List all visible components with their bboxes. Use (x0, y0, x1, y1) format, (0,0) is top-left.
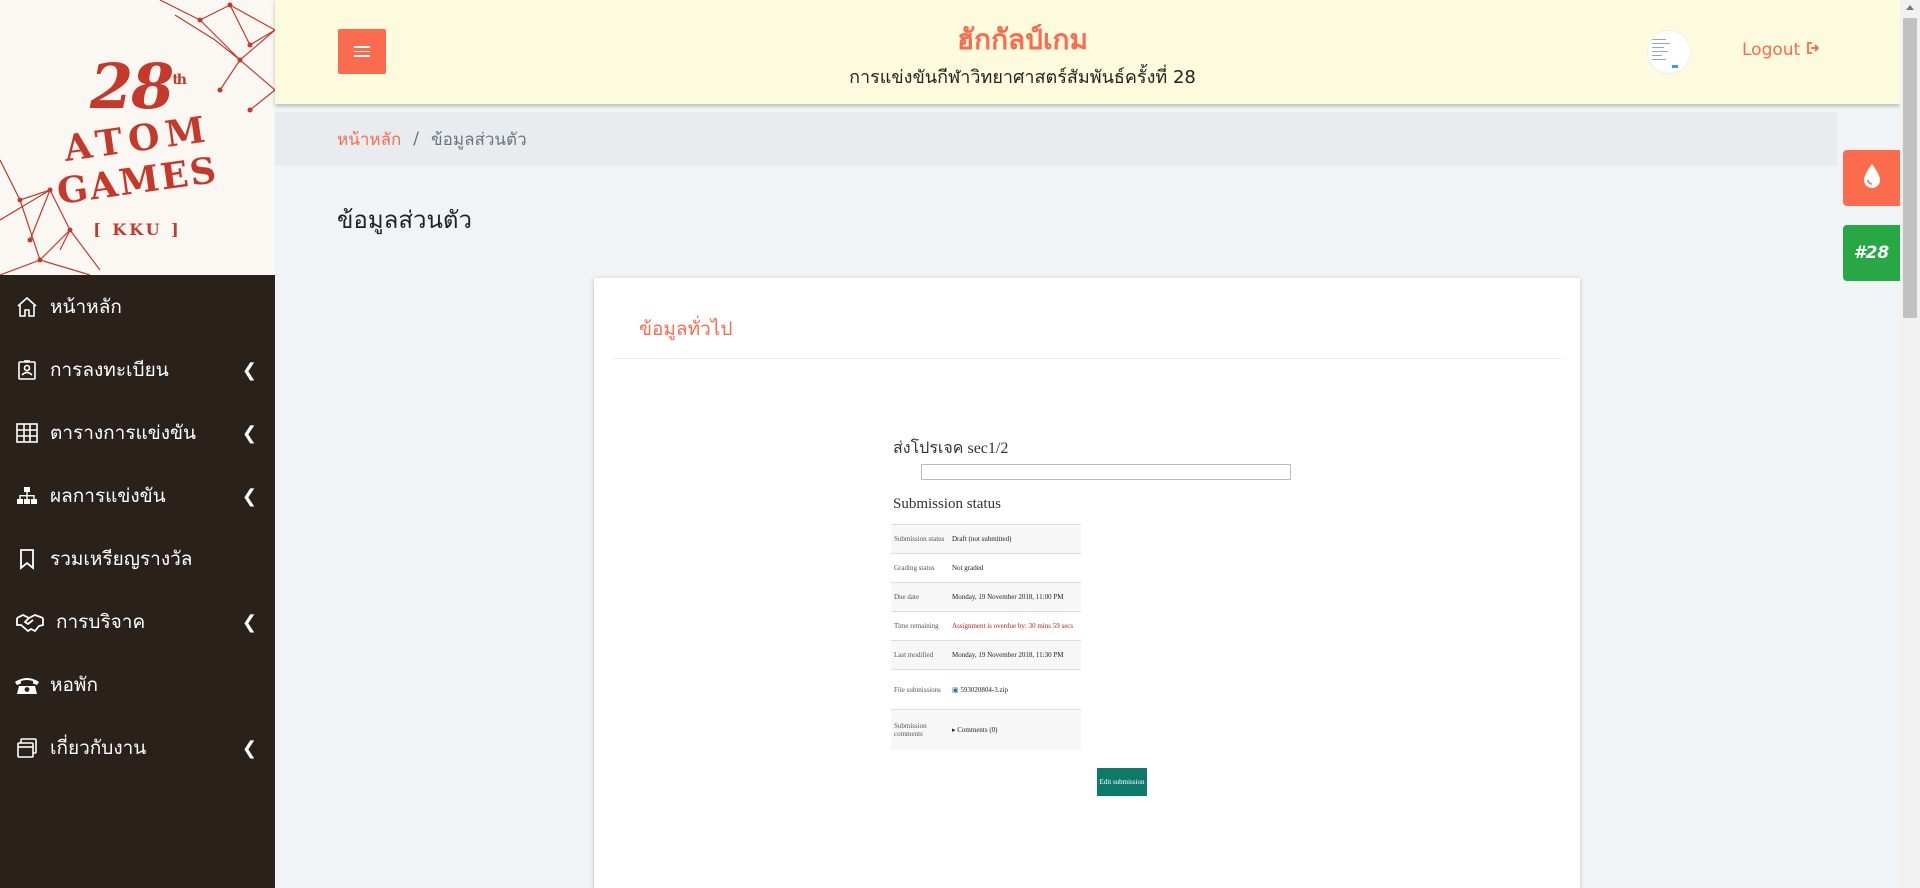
sidebar-item-label: เกี่ยวกับงาน (50, 736, 147, 759)
sidebar-item-label: ตารางการแข่งขัน (50, 421, 197, 444)
row-key: Time remaining (891, 611, 949, 641)
sidebar-item-registration[interactable]: การลงทะเบียน ❮ (0, 338, 275, 401)
table-row: Due date Monday, 19 November 2018, 11:00… (891, 582, 1081, 612)
window-icon (14, 735, 40, 761)
embed-progress-bar (921, 464, 1291, 480)
embed-title: ส่งโปรเจค sec1/2 (893, 440, 1009, 457)
row-key: Submission status (891, 524, 949, 554)
handshake-icon (14, 609, 46, 635)
row-value: ▸ Comments (0) (949, 709, 1081, 750)
sidebar-item-label: การลงทะเบียน (50, 358, 169, 381)
sidebar-item-label: การบริจาค (56, 610, 146, 633)
breadcrumb: หน้าหลัก / ข้อมูลส่วนตัว (275, 112, 1837, 166)
row-key: Due date (891, 582, 949, 612)
sidebar-item-medals[interactable]: รวมเหรียญรางวัล (0, 527, 275, 590)
comments-link: Comments (0) (957, 725, 998, 734)
card-title: ข้อมูลทั่วไป (639, 318, 733, 340)
row-value: Assignment is overdue by: 30 mins 59 sec… (949, 611, 1081, 641)
table-grid-icon (14, 420, 40, 446)
page-title: ข้อมูลส่วนตัว (337, 206, 472, 234)
sidebar-item-label: หน้าหลัก (50, 295, 122, 318)
site-title: ฮักกัลป์เกม (957, 23, 1088, 56)
row-value: Monday, 19 November 2018, 11:00 PM (949, 582, 1081, 612)
sidebar-item-label: รวมเหรียญรางวัล (50, 547, 193, 570)
card-divider (613, 358, 1561, 359)
general-info-card: ข้อมูลทั่วไป ส่งโปรเจค sec1/2 Submission… (594, 278, 1580, 888)
sidebar-item-home[interactable]: หน้าหลัก (0, 275, 275, 338)
table-row: Submission status Draft (not submitted) (891, 524, 1081, 554)
bookmark-icon (14, 546, 40, 572)
breadcrumb-separator: / (413, 129, 420, 149)
registration-icon (14, 357, 40, 383)
chevron-left-icon: ❮ (241, 360, 257, 381)
sidebar-item-donation[interactable]: การบริจาค ❮ (0, 590, 275, 653)
hashtag-28-button[interactable]: #28 (1843, 225, 1900, 281)
row-key: Last modified (891, 640, 949, 670)
scroll-up-arrow-icon[interactable] (1906, 5, 1914, 10)
chevron-left-icon: ❮ (241, 423, 257, 444)
submission-screenshot-image: ส่งโปรเจค sec1/2 Submission status Submi… (891, 430, 1291, 830)
table-row: Submission comments ▸ Comments (0) (891, 709, 1081, 750)
row-value: Not graded (949, 553, 1081, 583)
sign-out-icon (1806, 40, 1820, 60)
sidebar-item-dormitory[interactable]: หอพัก (0, 653, 275, 716)
file-name: 593020804-3.zip (960, 685, 1009, 694)
water-drop-icon (1862, 163, 1882, 193)
logout-label: Logout (1742, 40, 1801, 60)
logo-line-kku: [ KKU ] (93, 220, 182, 239)
blood-donation-button[interactable] (1843, 150, 1900, 206)
sidebar: 28th ATOM GAMES [ KKU ] หน้าหลัก การลงทะ… (0, 0, 275, 888)
table-row: File submissions ▣ 593020804-3.zip (891, 669, 1081, 710)
sidebar-item-results[interactable]: ผลการแข่งขัน ❮ (0, 464, 275, 527)
home-icon (14, 294, 40, 320)
chevron-left-icon: ❮ (241, 486, 257, 507)
chevron-left-icon: ❮ (241, 612, 257, 633)
breadcrumb-home-link[interactable]: หน้าหลัก (337, 126, 401, 153)
site-subtitle: การแข่งขันกีฬาวิทยาศาสตร์สัมพันธ์ครั้งที… (849, 67, 1196, 88)
chevron-left-icon: ❮ (241, 738, 257, 759)
row-key: Grading status (891, 553, 949, 583)
sidebar-item-schedule[interactable]: ตารางการแข่งขัน ❮ (0, 401, 275, 464)
table-row: Grading status Not graded (891, 553, 1081, 583)
table-row: Last modified Monday, 19 November 2018, … (891, 640, 1081, 670)
sidebar-item-about[interactable]: เกี่ยวกับงาน ❮ (0, 716, 275, 779)
edit-submission-button: Edit submission (1097, 768, 1147, 796)
table-row: Time remaining Assignment is overdue by:… (891, 611, 1081, 641)
sidebar-item-label: หอพัก (50, 673, 98, 696)
breadcrumb-current: ข้อมูลส่วนตัว (431, 129, 527, 150)
row-value: Monday, 19 November 2018, 11:30 PM (949, 640, 1081, 670)
sidebar-item-label: ผลการแข่งขัน (50, 484, 166, 507)
embed-subtitle: Submission status (893, 496, 1001, 512)
page-scrollbar[interactable] (1900, 0, 1920, 888)
sitemap-icon (14, 483, 40, 509)
logout-link[interactable]: Logout (1742, 40, 1820, 60)
row-value: ▣ 593020804-3.zip (949, 669, 1081, 710)
row-key: File submissions (891, 669, 949, 710)
event-logo[interactable]: 28th ATOM GAMES [ KKU ] (0, 0, 275, 275)
top-header: ฮักกัลป์เกม การแข่งขันกีฬาวิทยาศาสตร์สัม… (275, 0, 1900, 104)
row-value: Draft (not submitted) (949, 524, 1081, 554)
row-key: Submission comments (891, 709, 949, 750)
hashtag-label: #28 (1853, 243, 1890, 263)
avatar[interactable] (1647, 30, 1691, 74)
sidebar-menu: หน้าหลัก การลงทะเบียน ❮ ตารางการแข่งขัน … (0, 275, 275, 779)
phone-icon (14, 672, 40, 698)
scrollbar-thumb[interactable] (1903, 18, 1917, 318)
submission-status-table: Submission status Draft (not submitted) … (891, 524, 1081, 750)
